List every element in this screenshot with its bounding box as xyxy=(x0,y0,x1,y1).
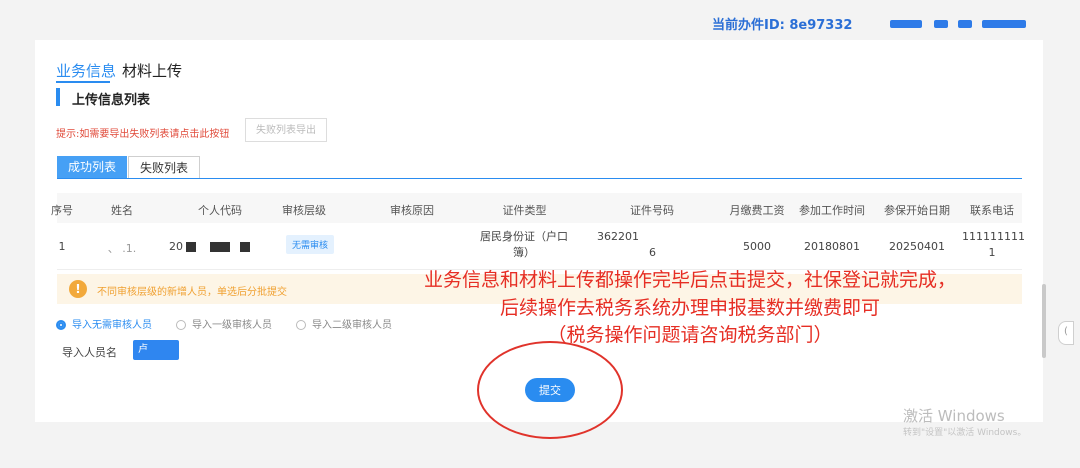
cell-insure-start: 20250401 xyxy=(889,240,945,253)
annotation-line-2: 后续操作去税务系统办理申报基数并缴费即可 xyxy=(499,297,880,319)
col-id-number: 证件号码 xyxy=(630,204,674,217)
importer-name-chip[interactable]: 卢 xyxy=(133,340,179,360)
radio-dot-icon xyxy=(176,320,186,330)
col-work-start: 参加工作时间 xyxy=(799,204,865,217)
redaction-block xyxy=(210,242,230,252)
cell-id-number-line2: 6 xyxy=(649,246,656,259)
table-header: 序号 姓名 个人代码 审核层级 审核原因 证件类型 证件号码 月缴费工资 参加工… xyxy=(51,193,1022,223)
radio-level-1[interactable]: 导入一级审核人员 xyxy=(176,316,272,331)
importer-label: 导入人员名 xyxy=(62,346,117,359)
watermark-subtitle: 转到"设置"以激活 Windows。 xyxy=(903,428,1027,438)
col-audit-reason: 审核原因 xyxy=(390,204,434,217)
radio-no-audit-label: 导入无需审核人员 xyxy=(72,320,152,331)
cell-personal-code-text: 20 xyxy=(169,240,183,253)
warning-text: 不同审核层级的新增人员，单选后分批提交 xyxy=(97,287,287,298)
cell-monthly-wage: 5000 xyxy=(743,240,771,253)
submit-button[interactable]: 提交 xyxy=(525,378,575,402)
active-tab-underline xyxy=(56,81,110,83)
annotation-line-1: 业务信息和材料上传都操作完毕后点击提交，社保登记就完成， xyxy=(423,269,956,291)
cell-index: 1 xyxy=(58,240,66,253)
col-personal-code: 个人代码 xyxy=(198,204,242,217)
cell-name: 、 .1. xyxy=(107,242,137,255)
col-name: 姓名 xyxy=(111,204,133,217)
cell-personal-code: 20 xyxy=(169,240,259,253)
radio-level-1-label: 导入一级审核人员 xyxy=(192,320,272,331)
subtab-divider xyxy=(57,178,1022,179)
redaction-block xyxy=(186,242,196,252)
cell-id-number: 362201 6 xyxy=(597,229,677,261)
top-action-button-3[interactable] xyxy=(958,20,972,28)
audit-level-badge: 无需审核 xyxy=(286,235,335,254)
side-collapse-handle[interactable]: ( xyxy=(1058,321,1074,345)
current-id-label: 当前办件ID: 8e97332 xyxy=(712,18,853,33)
col-index: 序号 xyxy=(51,204,73,217)
cell-phone-line1: 111111111 xyxy=(962,230,1025,243)
radio-dot-icon xyxy=(296,320,306,330)
radio-dot-icon xyxy=(56,320,66,330)
table-row[interactable]: 1 、 .1. 20 无需审核 居民身份证（户口 簿） 362201 6 500… xyxy=(57,223,1025,270)
tab-material-upload[interactable]: 材料上传 xyxy=(122,60,182,81)
cell-work-start: 20180801 xyxy=(804,240,860,253)
col-audit-level: 审核层级 xyxy=(282,204,326,217)
cell-phone-line2: 1 xyxy=(988,246,996,259)
section-accent-bar xyxy=(56,88,60,106)
tab-business-info[interactable]: 业务信息 xyxy=(56,60,116,81)
col-monthly-wage: 月缴费工资 xyxy=(729,204,785,217)
col-phone: 联系电话 xyxy=(970,204,1014,217)
cell-id-type-line1: 居民身份证（户口 xyxy=(480,230,568,243)
top-bar: 当前办件ID: 8e97332 xyxy=(0,0,1080,33)
exclamation-icon: ! xyxy=(69,280,87,298)
col-id-type: 证件类型 xyxy=(502,204,547,217)
redaction-block xyxy=(240,242,250,252)
subtab-success-list[interactable]: 成功列表 xyxy=(57,156,127,178)
subtab-failed-list[interactable]: 失败列表 xyxy=(128,156,200,178)
watermark-title: 激活 Windows xyxy=(903,407,1005,425)
cell-phone: 111111111 1 xyxy=(962,229,1025,261)
vertical-scrollbar[interactable] xyxy=(1042,284,1046,358)
export-failed-button[interactable]: 失败列表导出 xyxy=(245,118,327,142)
col-insure-start: 参保开始日期 xyxy=(884,204,950,217)
section-title: 上传信息列表 xyxy=(72,93,151,108)
export-hint-text: 提示:如需要导出失败列表请点击此按钮 xyxy=(56,129,230,140)
radio-no-audit[interactable]: 导入无需审核人员 xyxy=(56,316,152,331)
top-action-button-4[interactable] xyxy=(982,20,1026,28)
cell-id-type-line2: 簿） xyxy=(513,246,535,259)
cell-id-type: 居民身份证（户口 簿） xyxy=(469,229,579,261)
annotation-line-3: （税务操作问题请咨询税务部门） xyxy=(547,324,833,346)
top-action-button-2[interactable] xyxy=(934,20,948,28)
top-action-button-1[interactable] xyxy=(890,20,922,28)
cell-id-number-line1: 362201 xyxy=(597,230,639,243)
